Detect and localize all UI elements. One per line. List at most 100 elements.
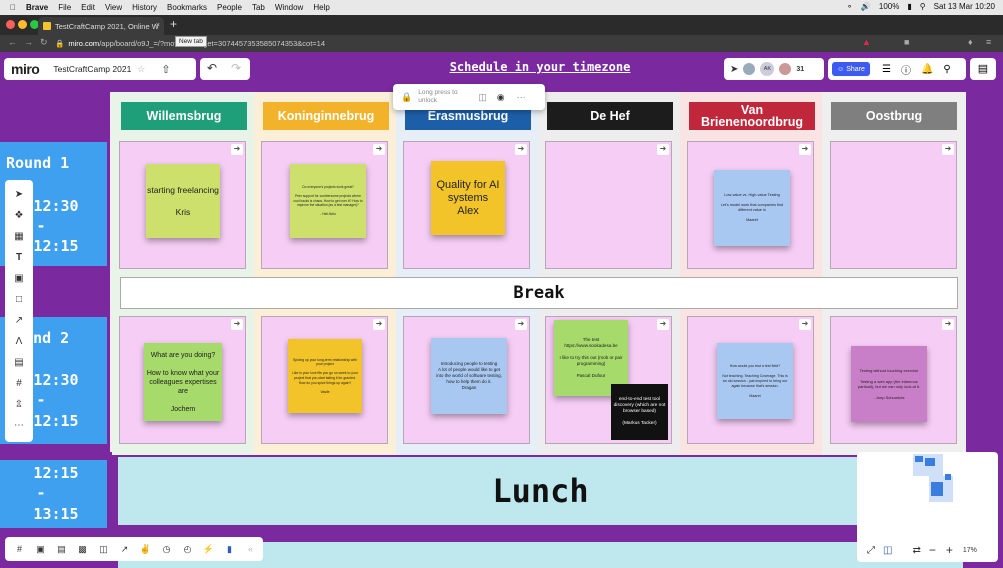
menu-tab[interactable]: Tab [252,3,265,12]
board-menu-icon[interactable]: ▤ [970,58,996,80]
schedule-timezone-link[interactable]: Schedule in your timezone [440,56,640,78]
notifications-bell-icon[interactable]: 🔔 [921,64,933,75]
browser-tab[interactable]: TestCraftCamp 2021, Online W × [38,17,164,35]
like-icon[interactable]: ✌ [135,544,156,555]
frame-layout-icon[interactable]: ▦ [14,226,23,247]
extension-icon[interactable]: ■ [904,37,909,47]
sticky-note-r2-oostbrug[interactable]: Testing without touching exercise Testin… [851,346,927,422]
menu-view[interactable]: View [105,3,122,12]
sticky-note-r2-erasmusbrug[interactable]: Introducing people to testing A lot of p… [431,338,507,414]
frame-link-icon[interactable]: ➜ [799,319,811,330]
menu-window[interactable]: Window [275,3,303,12]
frame-link-icon[interactable]: ➜ [942,319,954,330]
frame-link-icon[interactable]: ➜ [657,319,669,330]
menu-file[interactable]: File [58,3,71,12]
sticky-note-r1-koninginnebrug[interactable]: Do everyone's projects work great? Peer … [290,164,366,238]
frames-icon[interactable]: # [9,544,30,554]
fit-to-screen-icon[interactable]: ⇄ [912,545,920,556]
copy-icon[interactable]: ◫ [478,92,487,103]
more-tools-icon[interactable]: ⋯ [14,415,24,436]
share-button[interactable]: ☺ Share [832,62,870,76]
comment-icon[interactable]: ▤ [14,352,23,373]
close-tab-icon[interactable]: × [156,20,160,29]
map-toggle-icon[interactable]: ◫ [883,545,892,556]
frame-tool-icon[interactable]: # [16,373,22,394]
sticky-note-dark[interactable]: end-to-end test tool discovery (which ar… [611,384,668,440]
frame-link-icon[interactable]: ➜ [799,144,811,155]
close-window-icon[interactable] [6,20,15,29]
cursor-follow-icon[interactable]: ➤ [730,64,738,75]
sticky-note-r1-van-brienenoordbrug[interactable]: Low-value vs. High-value Testing Let's m… [714,170,790,246]
timer-icon[interactable]: ◷ [156,544,177,555]
puzzle-icon[interactable]: ♦ [968,37,973,47]
more-icon[interactable]: ⋯ [517,92,526,103]
export-icon[interactable]: ⇧ [161,63,170,76]
session-frame-r1-de-hef[interactable]: ➜ [545,141,672,269]
sticky-note-r2-van-brienenoordbrug[interactable]: How would you test a test field? Not tea… [717,343,793,419]
back-icon[interactable]: ← [8,37,17,47]
participants-count[interactable]: 31 [796,66,804,73]
battery-label[interactable]: 100% [879,2,899,11]
avatar[interactable] [779,63,792,75]
screen-share-icon[interactable]: ◫ [93,544,114,555]
help-icon[interactable]: ⓘ [901,62,911,77]
avatar-initials[interactable]: AK [760,62,775,76]
zoom-in-icon[interactable]: + [946,543,953,557]
collapse-toolbar-icon[interactable]: « [240,544,261,554]
reload-icon[interactable]: ↻ [40,37,48,48]
avatar[interactable] [743,63,756,75]
clock[interactable]: Sat 13 Mar 10:20 [934,2,995,11]
comments-icon[interactable]: ▤ [51,544,72,555]
sticky-note-r2-koninginnebrug[interactable]: Spicing up your long-term relationship w… [288,339,362,413]
menu-app-name[interactable]: Brave [26,3,48,12]
frame-link-icon[interactable]: ➜ [515,144,527,155]
menu-help[interactable]: Help [313,3,329,12]
text-tool-icon[interactable]: T [16,247,22,268]
clock-icon[interactable]: ◴ [177,544,198,555]
share-screen-icon[interactable]: ↗ [114,544,135,555]
sticky-note-r1-erasmusbrug[interactable]: Quality for AI systems Alex [431,161,505,235]
video-chat-icon[interactable]: ▩ [72,544,93,555]
connection-line-icon[interactable]: ↗ [15,310,23,331]
lock-icon[interactable]: 🔒 [401,92,412,103]
star-icon[interactable]: ☆ [137,64,145,75]
templates-icon[interactable]: ❖ [15,205,24,226]
settings-sliders-icon[interactable]: ☰ [882,64,891,75]
menu-bookmarks[interactable]: Bookmarks [167,3,207,12]
zoom-level[interactable]: 17% [963,547,977,554]
eye-icon[interactable]: ◉ [497,92,505,103]
frame-link-icon[interactable]: ➜ [231,144,243,155]
forward-icon[interactable]: → [24,37,33,47]
search-icon[interactable]: ⚲ [920,2,926,11]
menu-edit[interactable]: Edit [81,3,95,12]
frame-link-icon[interactable]: ➜ [373,144,385,155]
zoom-out-icon[interactable]: − [929,543,936,557]
menu-history[interactable]: History [132,3,157,12]
menu-people[interactable]: People [217,3,242,12]
brave-shield-icon[interactable]: ▲ [862,37,871,47]
search-icon[interactable]: ⚲ [943,64,950,75]
minimize-window-icon[interactable] [18,20,27,29]
pen-tool-icon[interactable]: Λ [16,331,23,352]
frame-link-icon[interactable]: ➜ [515,319,527,330]
wifi-icon[interactable]: ⚬ [846,2,853,11]
volume-icon[interactable]: 🔊 [861,2,871,11]
sticky-note-r1-willemsbrug[interactable]: starting freelancing Kris [146,164,220,238]
board-name[interactable]: TestCraftCamp 2021 [53,64,131,74]
browser-menu-icon[interactable]: ≡ [986,37,991,47]
select-cursor-icon[interactable]: ➤ [15,184,23,205]
shape-tool-icon[interactable]: □ [16,289,22,310]
card-icon[interactable]: ▮ [219,544,240,555]
redo-icon[interactable]: ↷ [231,61,241,75]
frame-link-icon[interactable]: ➜ [657,144,669,155]
session-frame-r1-oostbrug[interactable]: ➜ [830,141,957,269]
presentation-icon[interactable]: ▣ [30,544,51,555]
upload-icon[interactable]: ⇫ [15,394,23,415]
frame-link-icon[interactable]: ➜ [373,319,385,330]
new-tab-button[interactable]: + [170,17,177,31]
fullscreen-icon[interactable]: ⤢ [867,545,875,556]
sticky-note-icon[interactable]: ▣ [14,268,23,289]
frame-link-icon[interactable]: ➜ [231,319,243,330]
lightning-icon[interactable]: ⚡ [198,544,219,555]
apple-icon[interactable]:  [10,3,16,12]
